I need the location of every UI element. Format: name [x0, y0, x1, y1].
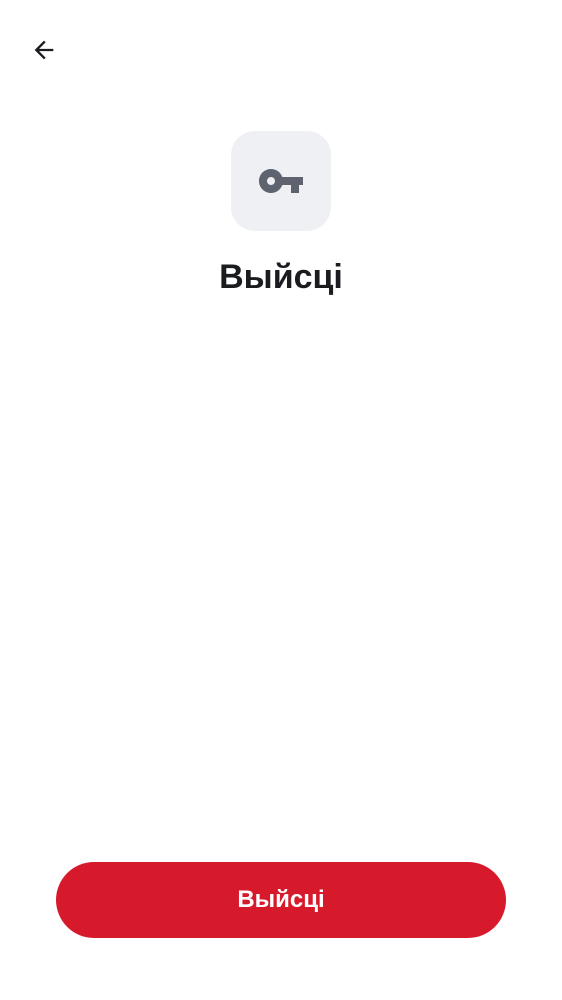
key-icon-tile — [231, 131, 331, 231]
back-button[interactable] — [22, 28, 66, 72]
page-title: Выйсці — [219, 258, 343, 296]
arrow-left-icon — [34, 40, 54, 60]
key-icon — [259, 169, 303, 193]
logout-button[interactable]: Выйсці — [56, 862, 506, 938]
